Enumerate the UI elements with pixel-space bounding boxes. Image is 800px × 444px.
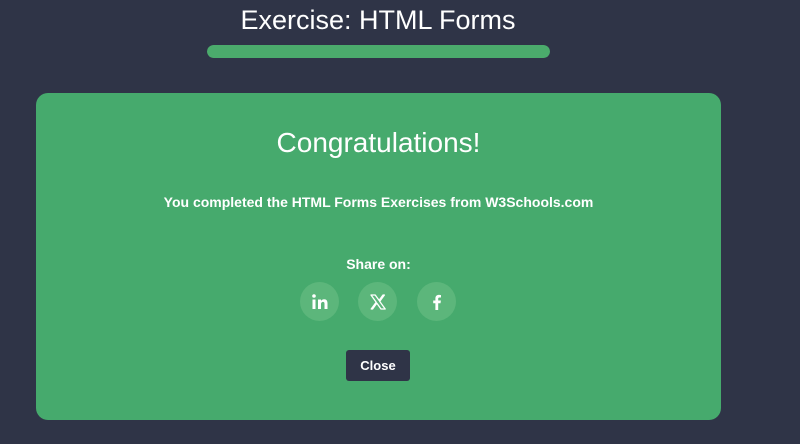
progress-bar-fill — [207, 45, 550, 58]
share-facebook-button[interactable] — [417, 282, 456, 321]
linkedin-icon — [311, 293, 329, 311]
congratulations-modal: Congratulations! You completed the HTML … — [36, 93, 721, 420]
progress-bar — [207, 45, 550, 58]
share-x-button[interactable] — [358, 282, 397, 321]
share-label: Share on: — [346, 256, 411, 272]
facebook-icon — [428, 293, 446, 311]
close-button[interactable]: Close — [346, 350, 410, 381]
exercise-page: Exercise: HTML Forms Congratulations! Yo… — [0, 0, 800, 444]
modal-heading: Congratulations! — [276, 127, 481, 158]
page-title: Exercise: HTML Forms — [240, 5, 516, 35]
share-linkedin-button[interactable] — [300, 282, 339, 321]
x-icon — [369, 293, 387, 311]
completion-message: You completed the HTML Forms Exercises f… — [163, 194, 594, 210]
share-buttons — [300, 282, 456, 322]
